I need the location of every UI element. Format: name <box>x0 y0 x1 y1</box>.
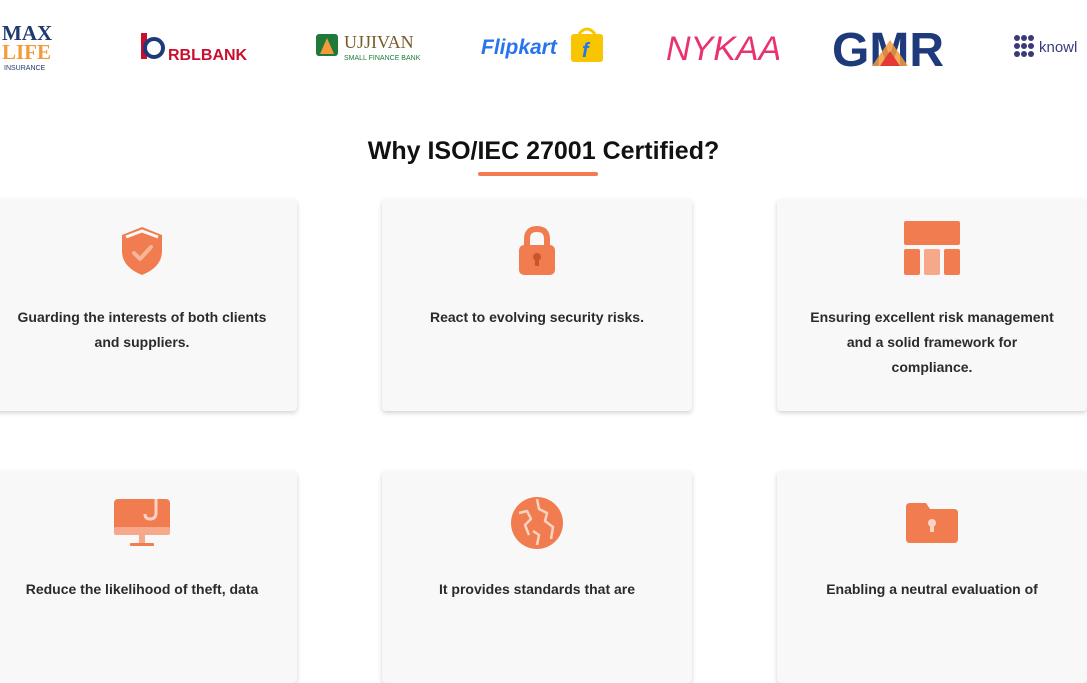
svg-text:Flipkart: Flipkart <box>481 36 558 59</box>
lock-icon <box>519 225 555 275</box>
feature-card-text: It provides standards that are <box>438 581 636 597</box>
client-logos-strip: MAX LIFE INSURANCE RBLBANK UJJIVAN SMALL… <box>0 0 1087 95</box>
svg-text:SMALL FINANCE BANK: SMALL FINANCE BANK <box>344 55 421 62</box>
svg-text:RBLBANK: RBLBANK <box>168 47 248 64</box>
feature-card-text: Reduce the likelihood of theft, data <box>25 581 259 597</box>
section-heading: Why ISO/IEC 27001 Certified? <box>367 137 720 165</box>
svg-text:UJJIVAN: UJJIVAN <box>344 32 414 52</box>
svg-text:knowl: knowl <box>1039 39 1077 56</box>
feature-card-guarding: Guarding the interests of both clients a… <box>0 199 297 411</box>
shield-icon <box>122 227 162 275</box>
svg-text:LIFE: LIFE <box>2 40 51 64</box>
monitor-hook-icon <box>114 499 170 546</box>
feature-card-evaluation: Enabling a neutral evaluation of <box>777 471 1087 683</box>
nykaa-logo: NYKAA <box>666 30 779 68</box>
layout-blocks-icon <box>904 221 960 275</box>
feature-card-text: Guarding the interests of both clients a… <box>17 309 267 350</box>
knowlarity-logo: knowl <box>1014 35 1077 57</box>
max-life-logo: MAX LIFE INSURANCE <box>2 21 52 72</box>
folder-lock-icon <box>906 503 958 543</box>
feature-card-risk: Ensuring excellent risk management and a… <box>777 199 1087 411</box>
globe-icon <box>511 497 563 549</box>
feature-card-text: Enabling a neutral evaluation of <box>826 581 1038 597</box>
ujjivan-logo: UJJIVAN SMALL FINANCE BANK <box>316 32 421 62</box>
feature-card-text: Ensuring excellent risk management and a… <box>810 309 1054 375</box>
heading-underline <box>478 172 598 176</box>
svg-text:INSURANCE: INSURANCE <box>4 65 46 72</box>
feature-card-theft: Reduce the likelihood of theft, data <box>0 471 297 683</box>
feature-card-standards: It provides standards that are <box>382 471 692 683</box>
svg-text:NYKAA: NYKAA <box>666 30 779 68</box>
rbl-bank-logo: RBLBANK <box>141 33 248 64</box>
gmr-logo: GMR <box>832 24 944 72</box>
flipkart-logo: Flipkart f <box>481 27 603 62</box>
feature-card-react: React to evolving security risks. <box>382 199 692 411</box>
feature-card-text: React to evolving security risks. <box>430 309 644 325</box>
